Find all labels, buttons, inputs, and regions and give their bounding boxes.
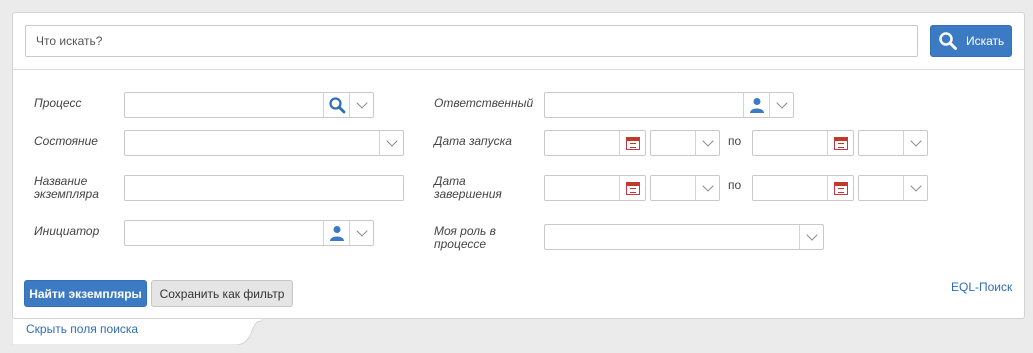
role-label: Моя роль в процессе bbox=[434, 225, 496, 251]
chevron-down-icon bbox=[355, 225, 368, 237]
save-as-filter-button[interactable]: Сохранить как фильтр bbox=[151, 280, 293, 307]
end-date-to-input[interactable] bbox=[752, 175, 854, 201]
chevron-down-icon bbox=[909, 135, 922, 147]
initiator-dropdown-button[interactable] bbox=[349, 221, 373, 245]
search-button-label: Искать bbox=[966, 34, 1005, 48]
role-label-line2: процессе bbox=[434, 237, 487, 251]
role-dropdown-button[interactable] bbox=[799, 225, 823, 249]
start-date-range-separator: по bbox=[728, 134, 742, 148]
responsible-field[interactable] bbox=[544, 92, 794, 118]
responsible-label: Ответственный bbox=[434, 96, 534, 110]
end-date-label-line2: завершения bbox=[434, 187, 502, 201]
start-date-to-input[interactable] bbox=[752, 130, 854, 156]
chevron-down-icon bbox=[355, 97, 368, 109]
start-date-from-input[interactable] bbox=[544, 130, 646, 156]
process-field[interactable] bbox=[124, 92, 374, 118]
end-date-from-time-select[interactable] bbox=[650, 175, 720, 201]
initiator-person-button[interactable] bbox=[323, 221, 349, 245]
end-date-label: Дата завершения bbox=[434, 175, 502, 201]
search-input[interactable] bbox=[25, 25, 918, 57]
chevron-down-icon bbox=[701, 180, 714, 192]
calendar-icon bbox=[833, 136, 848, 150]
search-bar: Искать bbox=[13, 13, 1024, 70]
start-date-from-time-dropdown[interactable] bbox=[695, 131, 719, 155]
end-date-to-time-select[interactable] bbox=[858, 175, 928, 201]
state-dropdown-button[interactable] bbox=[379, 131, 403, 155]
calendar-icon bbox=[833, 181, 848, 195]
calendar-icon bbox=[625, 136, 640, 150]
person-icon bbox=[749, 98, 764, 113]
role-select[interactable] bbox=[544, 224, 824, 250]
start-date-label: Дата запуска bbox=[434, 134, 512, 148]
search-icon bbox=[328, 97, 345, 114]
initiator-field[interactable] bbox=[124, 220, 374, 246]
search-panel: Искать bbox=[12, 12, 1025, 319]
state-label: Состояние bbox=[34, 134, 98, 148]
instance-name-label: Название экземпляра bbox=[34, 175, 99, 201]
start-date-to-time-select[interactable] bbox=[858, 130, 928, 156]
instance-name-input[interactable] bbox=[124, 175, 404, 201]
chevron-down-icon bbox=[909, 180, 922, 192]
process-search-button[interactable] bbox=[323, 93, 349, 117]
start-date-from-calendar-button[interactable] bbox=[619, 131, 645, 155]
process-dropdown-button[interactable] bbox=[349, 93, 373, 117]
start-date-to-calendar-button[interactable] bbox=[827, 131, 853, 155]
start-date-from-time-select[interactable] bbox=[650, 130, 720, 156]
end-date-from-input[interactable] bbox=[544, 175, 646, 201]
chevron-down-icon bbox=[701, 135, 714, 147]
initiator-label: Инициатор bbox=[34, 224, 100, 238]
chevron-down-icon bbox=[385, 135, 398, 147]
instance-name-label-line2: экземпляра bbox=[34, 187, 99, 201]
end-date-from-calendar-button[interactable] bbox=[619, 176, 645, 200]
search-button[interactable]: Искать bbox=[930, 25, 1012, 57]
search-icon bbox=[939, 32, 957, 50]
process-label: Процесс bbox=[34, 96, 82, 110]
end-date-range-separator: по bbox=[728, 178, 742, 192]
hide-search-fields-link[interactable]: Скрыть поля поиска bbox=[26, 322, 138, 336]
eql-search-link[interactable]: EQL-Поиск bbox=[951, 280, 1012, 294]
find-instances-button[interactable]: Найти экземпляры bbox=[24, 280, 147, 307]
calendar-icon bbox=[625, 181, 640, 195]
start-date-to-time-dropdown[interactable] bbox=[903, 131, 927, 155]
person-icon bbox=[329, 226, 344, 241]
chevron-down-icon bbox=[775, 97, 788, 109]
end-date-from-time-dropdown[interactable] bbox=[695, 176, 719, 200]
responsible-dropdown-button[interactable] bbox=[769, 93, 793, 117]
responsible-person-button[interactable] bbox=[743, 93, 769, 117]
end-date-to-calendar-button[interactable] bbox=[827, 176, 853, 200]
end-date-to-time-dropdown[interactable] bbox=[903, 176, 927, 200]
state-select[interactable] bbox=[124, 130, 404, 156]
chevron-down-icon bbox=[805, 229, 818, 241]
